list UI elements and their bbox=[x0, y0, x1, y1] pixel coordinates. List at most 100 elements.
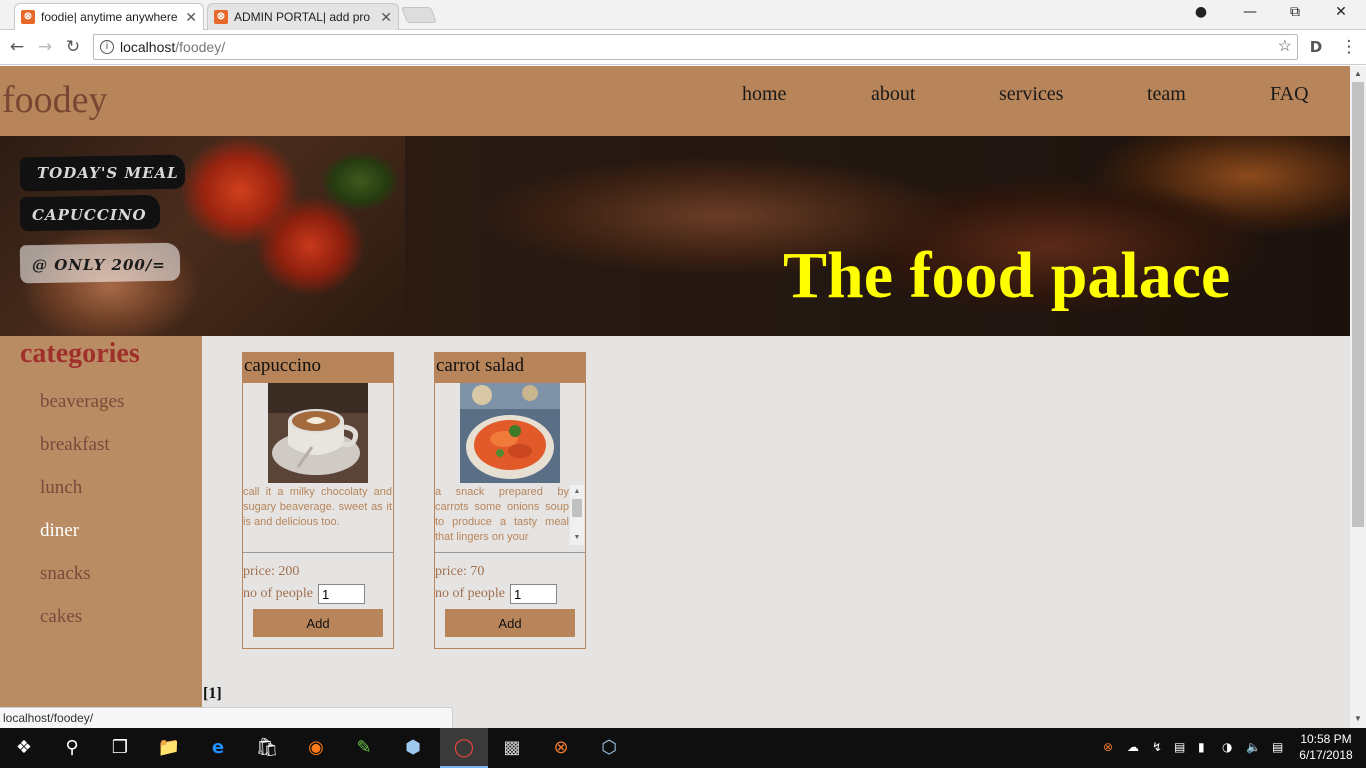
bookmark-star-icon[interactable]: ☆ bbox=[1278, 35, 1292, 59]
todays-meal-price: @ ONLY 200/= bbox=[32, 256, 166, 274]
category-lunch[interactable]: lunch bbox=[40, 477, 82, 499]
todays-meal-name: CAPUCCINO bbox=[32, 206, 147, 224]
reload-icon[interactable]: ↻ bbox=[62, 36, 84, 58]
web-page: foodey home about services team FAQ TODA… bbox=[0, 66, 1350, 728]
product-description: a snack prepared by carrots some onions … bbox=[435, 486, 569, 543]
close-icon[interactable]: ✕ bbox=[380, 9, 392, 26]
url-input[interactable]: i localhost/foodey/ ☆ bbox=[93, 34, 1298, 60]
product-name: capuccino bbox=[243, 353, 393, 383]
categories-sidebar: categories beaverages breakfast lunch di… bbox=[0, 336, 202, 728]
close-icon[interactable]: ✕ bbox=[185, 9, 197, 26]
add-button[interactable]: Add bbox=[445, 609, 575, 637]
people-label: no of people bbox=[243, 586, 313, 601]
notepad-plus-icon[interactable]: ✎ bbox=[352, 736, 376, 760]
product-price: price: 70 bbox=[435, 564, 485, 579]
carrot-salad-image bbox=[460, 383, 560, 483]
file-explorer-icon[interactable]: 📁 bbox=[157, 736, 181, 760]
clock-time: 10:58 PM bbox=[1300, 732, 1352, 746]
todays-meal-panel: TODAY'S MEAL CAPUCCINO @ ONLY 200/= bbox=[0, 136, 405, 336]
extension-icon[interactable]: D bbox=[1305, 36, 1327, 58]
pagination-link[interactable]: [1] bbox=[203, 685, 222, 703]
windows-start-icon[interactable]: ❖ bbox=[12, 736, 36, 760]
nav-home[interactable]: home bbox=[742, 83, 786, 106]
chrome-icon[interactable]: ◯ bbox=[452, 736, 476, 760]
product-description: call it a milky chocolaty and sugary bea… bbox=[243, 486, 392, 528]
xampp-icon[interactable]: ⊗ bbox=[549, 736, 573, 760]
product-price: price: 200 bbox=[243, 564, 300, 579]
category-diner[interactable]: diner bbox=[40, 520, 79, 542]
url-host: localhost bbox=[120, 39, 176, 55]
nav-about[interactable]: about bbox=[871, 83, 915, 106]
close-window-button[interactable]: ✕ bbox=[1321, 4, 1361, 24]
description-scrollbar[interactable]: ▲ ▼ bbox=[570, 485, 584, 545]
divider bbox=[435, 552, 585, 553]
site-header: foodey home about services team FAQ bbox=[0, 66, 1350, 136]
status-bar: localhost/foodey/ bbox=[0, 707, 453, 728]
clock-date: 6/17/2018 bbox=[1299, 748, 1353, 762]
profile-icon[interactable]: ● bbox=[1181, 4, 1221, 24]
scroll-thumb[interactable] bbox=[1352, 82, 1364, 527]
capuccino-image bbox=[268, 383, 368, 483]
todays-meal-label: TODAY'S MEAL bbox=[37, 164, 179, 182]
divider bbox=[243, 552, 393, 553]
edge-icon[interactable]: e bbox=[206, 736, 230, 760]
back-icon[interactable]: ← bbox=[6, 36, 28, 58]
nav-faq[interactable]: FAQ bbox=[1270, 83, 1309, 106]
info-icon[interactable]: i bbox=[100, 40, 114, 54]
product-card-capuccino: capuccino call it a milky chocolaty and … bbox=[242, 352, 394, 649]
tab-admin-portal[interactable]: ⊗ ADMIN PORTAL| add pro ✕ bbox=[207, 3, 399, 30]
scroll-up-icon[interactable]: ▲ bbox=[570, 487, 584, 495]
xampp-icon: ⊗ bbox=[214, 10, 228, 24]
product-name: carrot salad bbox=[435, 353, 585, 383]
new-tab-button[interactable] bbox=[401, 7, 437, 23]
people-quantity-input[interactable] bbox=[510, 584, 557, 604]
menu-dots-icon[interactable]: ⋮ bbox=[1338, 36, 1360, 58]
site-logo[interactable]: foodey bbox=[2, 78, 108, 122]
network-icon[interactable]: ▤ bbox=[1174, 740, 1185, 754]
forward-icon[interactable]: → bbox=[34, 36, 56, 58]
terminal-icon[interactable]: ▩ bbox=[500, 736, 524, 760]
people-quantity-input[interactable] bbox=[318, 584, 365, 604]
people-label: no of people bbox=[435, 586, 505, 601]
minimize-button[interactable]: — bbox=[1230, 4, 1270, 24]
page-scrollbar[interactable]: ▲ ▼ bbox=[1350, 66, 1366, 728]
category-breakfast[interactable]: breakfast bbox=[40, 434, 110, 456]
add-button[interactable]: Add bbox=[253, 609, 383, 637]
scroll-up-icon[interactable]: ▲ bbox=[1350, 67, 1366, 81]
address-bar-row: ← → ↻ i localhost/foodey/ ☆ D ⋮ bbox=[0, 30, 1366, 65]
battery-icon[interactable]: ▮ bbox=[1198, 740, 1205, 754]
scroll-thumb[interactable] bbox=[572, 499, 582, 517]
browser-tab-bar: ⊗ foodie| anytime anywhere ✕ ⊗ ADMIN POR… bbox=[0, 0, 1366, 30]
hero-slogan: The food palace bbox=[783, 239, 1231, 312]
onedrive-icon[interactable]: ☁ bbox=[1127, 740, 1139, 754]
product-card-carrot-salad: carrot salad a snack prepared by carrots… bbox=[434, 352, 586, 649]
firefox-icon[interactable]: ◉ bbox=[304, 736, 328, 760]
store-icon[interactable]: 🛍 bbox=[255, 736, 279, 760]
wifi-icon[interactable]: ◑ bbox=[1222, 740, 1232, 754]
tab-title: foodie| anytime anywhere bbox=[41, 10, 178, 24]
task-view-icon[interactable]: ❐ bbox=[108, 736, 132, 760]
category-beaverages[interactable]: beaverages bbox=[40, 391, 124, 413]
notification-icon[interactable]: ▤ bbox=[1272, 740, 1283, 754]
search-icon[interactable]: ⚲ bbox=[60, 736, 84, 760]
hero-banner: TODAY'S MEAL CAPUCCINO @ ONLY 200/= The … bbox=[0, 136, 1350, 336]
windows-taskbar: ❖ ⚲ ❐ 📁 e 🛍 ◉ ✎ ⬢ ◯ ▩ ⊗ ⬡ ⊗ ☁ ↯ ▤ ▮ ◑ 🔈 … bbox=[0, 728, 1366, 768]
xampp-tray-icon[interactable]: ⊗ bbox=[1103, 740, 1113, 754]
restore-button[interactable]: ⧉ bbox=[1275, 4, 1315, 24]
categories-title: categories bbox=[20, 338, 140, 369]
category-cakes[interactable]: cakes bbox=[40, 606, 82, 628]
url-path: /foodey/ bbox=[175, 39, 226, 55]
volume-icon[interactable]: 🔈 bbox=[1246, 740, 1261, 754]
tab-foodie[interactable]: ⊗ foodie| anytime anywhere ✕ bbox=[14, 3, 204, 30]
bluetooth-icon[interactable]: ↯ bbox=[1152, 740, 1162, 754]
tab-title: ADMIN PORTAL| add pro bbox=[234, 10, 371, 24]
scroll-down-icon[interactable]: ▼ bbox=[1350, 712, 1366, 726]
nav-team[interactable]: team bbox=[1147, 83, 1186, 106]
vmware-icon[interactable]: ⬡ bbox=[597, 736, 621, 760]
system-clock[interactable]: 10:58 PM 6/17/2018 bbox=[1296, 731, 1356, 763]
nav-services[interactable]: services bbox=[999, 83, 1063, 106]
scroll-down-icon[interactable]: ▼ bbox=[570, 533, 584, 541]
virtualbox-icon[interactable]: ⬢ bbox=[401, 736, 425, 760]
category-snacks[interactable]: snacks bbox=[40, 563, 91, 585]
xampp-icon: ⊗ bbox=[21, 10, 35, 24]
